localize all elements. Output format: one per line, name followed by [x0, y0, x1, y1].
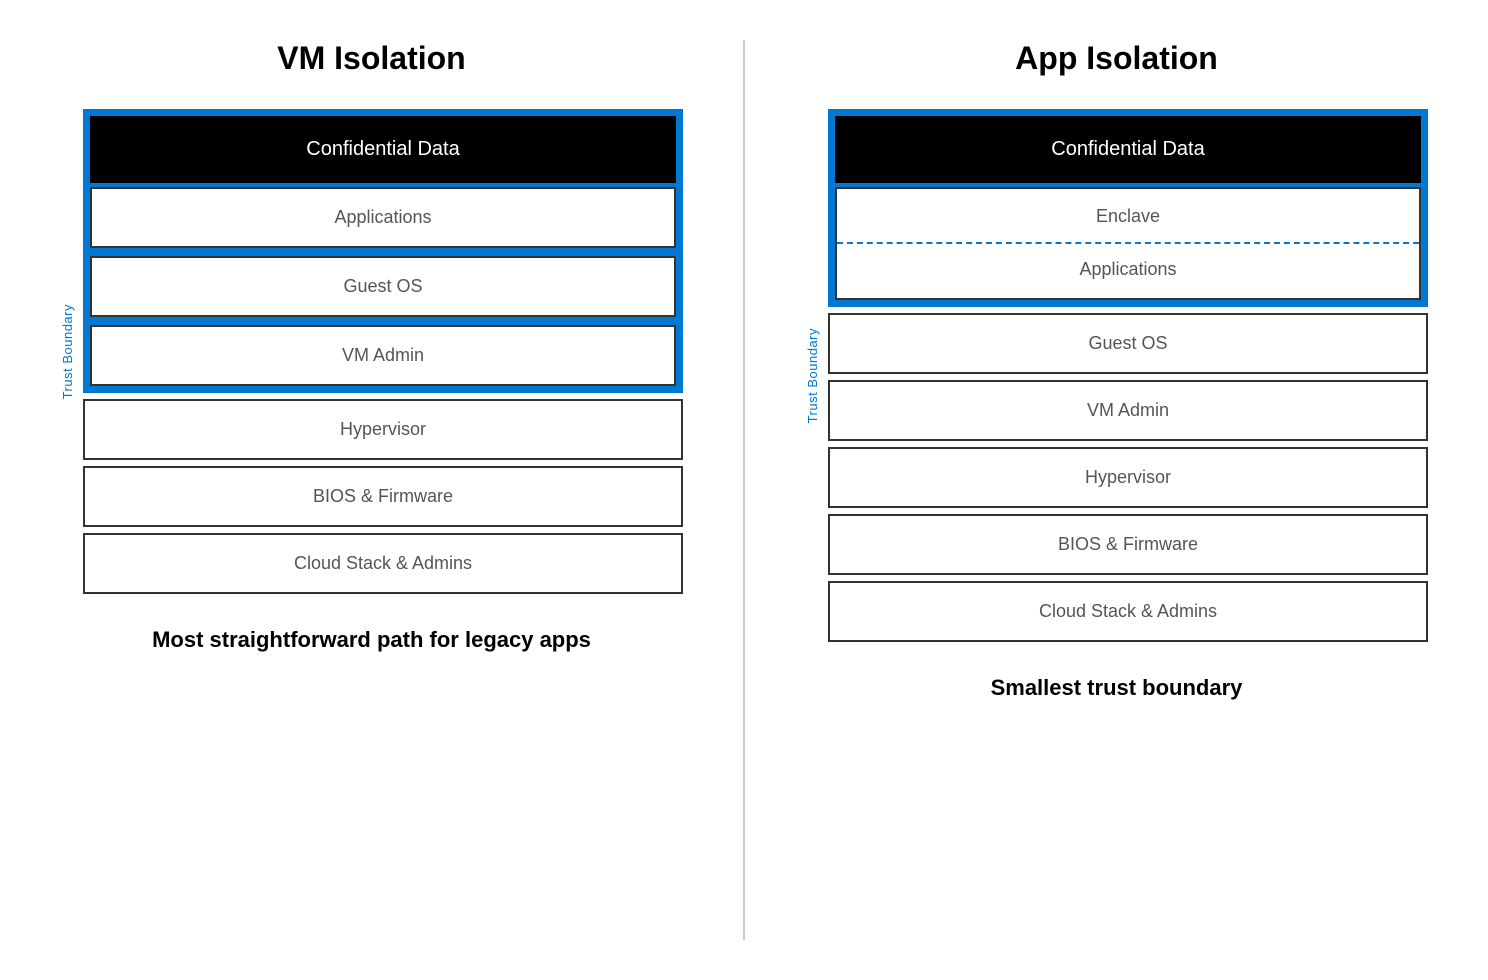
right-outside-stack: Guest OS VM Admin Hypervisor BIOS & Firm… — [828, 313, 1428, 642]
right-trust-inner: Confidential Data Enclave Applications — [835, 116, 1421, 300]
left-title: VM Isolation — [277, 40, 465, 77]
right-enclave-box: Enclave Applications — [835, 187, 1421, 300]
right-enclave-bottom: Applications — [837, 244, 1419, 297]
right-diagram: Trust Boundary Confidential Data Enclave… — [805, 109, 1428, 642]
left-trust-inner: Confidential Data Applications Guest OS … — [90, 116, 676, 386]
right-guest-os: Guest OS — [828, 313, 1428, 374]
right-cloud-stack: Cloud Stack & Admins — [828, 581, 1428, 642]
left-stack: Confidential Data Applications Guest OS … — [83, 109, 683, 594]
right-caption: Smallest trust boundary — [991, 674, 1243, 703]
right-trust-label: Trust Boundary — [805, 328, 820, 423]
right-column: App Isolation Trust Boundary Confidentia… — [745, 0, 1488, 980]
left-column: VM Isolation Trust Boundary Confidential… — [0, 0, 743, 980]
right-confidential: Confidential Data — [835, 116, 1421, 183]
left-outside-stack: Hypervisor BIOS & Firmware Cloud Stack &… — [83, 399, 683, 594]
left-diagram: Trust Boundary Confidential Data Applica… — [60, 109, 683, 594]
right-bios: BIOS & Firmware — [828, 514, 1428, 575]
right-hypervisor: Hypervisor — [828, 447, 1428, 508]
left-trust-label: Trust Boundary — [60, 304, 75, 399]
left-cloud-stack: Cloud Stack & Admins — [83, 533, 683, 594]
left-guest-os: Guest OS — [90, 256, 676, 317]
left-caption: Most straightforward path for legacy app… — [152, 626, 591, 655]
left-applications: Applications — [90, 187, 676, 248]
left-bios: BIOS & Firmware — [83, 466, 683, 527]
right-vm-admin: VM Admin — [828, 380, 1428, 441]
right-title: App Isolation — [1015, 40, 1218, 77]
left-vm-admin: VM Admin — [90, 325, 676, 386]
left-confidential: Confidential Data — [90, 116, 676, 183]
right-enclave-top: Enclave — [837, 189, 1419, 244]
left-hypervisor: Hypervisor — [83, 399, 683, 460]
right-stack: Confidential Data Enclave Applications G… — [828, 109, 1428, 642]
left-trust-box: Confidential Data Applications Guest OS … — [83, 109, 683, 393]
main-container: VM Isolation Trust Boundary Confidential… — [0, 0, 1488, 980]
right-trust-box: Confidential Data Enclave Applications — [828, 109, 1428, 307]
